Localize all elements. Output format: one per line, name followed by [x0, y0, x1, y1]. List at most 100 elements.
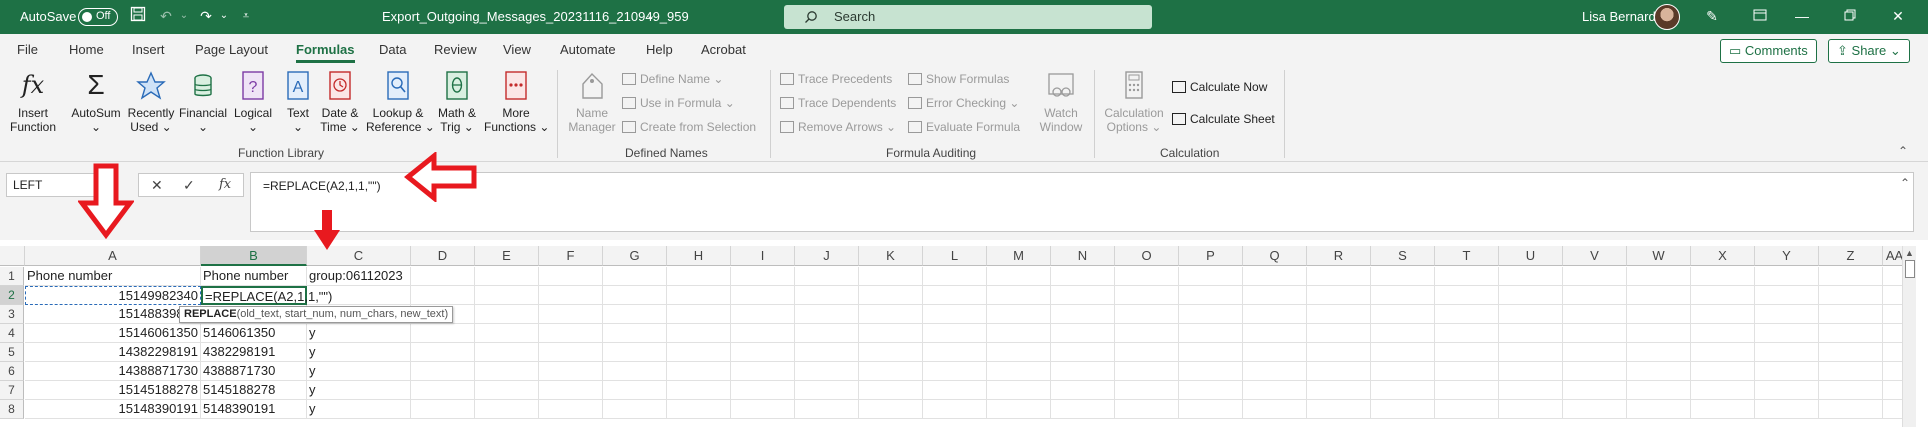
tab-insert[interactable]: Insert	[132, 42, 165, 57]
tab-acrobat[interactable]: Acrobat	[701, 42, 746, 57]
grid-cell[interactable]	[667, 362, 731, 381]
grid-cell[interactable]	[987, 305, 1051, 324]
financial-button[interactable]: Financial ⌄	[178, 70, 228, 134]
grid-cell[interactable]	[1051, 305, 1115, 324]
column-header-d[interactable]: D	[411, 246, 475, 266]
grid-cell[interactable]	[1115, 400, 1179, 419]
grid-cell[interactable]	[1499, 267, 1563, 286]
enter-icon[interactable]: ✓	[183, 177, 195, 194]
grid-cell[interactable]	[1563, 267, 1627, 286]
cell-b2[interactable]: =REPLACE(A2,1,1,"")	[201, 286, 332, 305]
grid-cell[interactable]	[1371, 324, 1435, 343]
column-header-a[interactable]: A	[25, 246, 201, 266]
grid-cell[interactable]	[795, 324, 859, 343]
grid-cell[interactable]	[1691, 362, 1755, 381]
cell-c5[interactable]: y	[307, 343, 411, 362]
grid-cell[interactable]	[1755, 400, 1819, 419]
grid-cell[interactable]	[1371, 381, 1435, 400]
comments-button[interactable]: ▭ Comments	[1720, 39, 1817, 63]
grid-cell[interactable]	[1307, 343, 1371, 362]
grid-cell[interactable]	[923, 324, 987, 343]
column-header-j[interactable]: J	[795, 246, 859, 266]
grid-cell[interactable]	[603, 305, 667, 324]
grid-cell[interactable]	[411, 343, 475, 362]
grid-cell[interactable]	[1179, 267, 1243, 286]
grid-cell[interactable]	[1819, 324, 1883, 343]
grid-cell[interactable]	[859, 286, 923, 305]
column-header-h[interactable]: H	[667, 246, 731, 266]
grid-cell[interactable]	[1051, 324, 1115, 343]
grid-cell[interactable]	[539, 267, 603, 286]
column-header-u[interactable]: U	[1499, 246, 1563, 266]
grid-cell[interactable]	[1243, 400, 1307, 419]
text-button[interactable]: A Text ⌄	[280, 70, 316, 134]
grid-cell[interactable]	[1179, 381, 1243, 400]
grid-cell[interactable]	[1627, 324, 1691, 343]
grid-cell[interactable]	[1051, 381, 1115, 400]
save-icon[interactable]	[128, 6, 148, 26]
grid-cell[interactable]	[1755, 362, 1819, 381]
grid-cell[interactable]	[1179, 286, 1243, 305]
row-header[interactable]: 5	[0, 343, 24, 362]
tab-formulas[interactable]: Formulas	[296, 42, 355, 63]
grid-cell[interactable]	[1627, 362, 1691, 381]
avatar[interactable]	[1654, 4, 1680, 30]
grid-cell[interactable]	[1435, 362, 1499, 381]
column-header-x[interactable]: X	[1691, 246, 1755, 266]
share-button[interactable]: ⇪ Share ⌄	[1828, 39, 1910, 63]
grid-cell[interactable]	[795, 305, 859, 324]
grid-cell[interactable]	[1499, 343, 1563, 362]
grid-cell[interactable]	[1691, 286, 1755, 305]
grid-cell[interactable]	[411, 286, 475, 305]
grid-cell[interactable]	[1179, 324, 1243, 343]
grid-cell[interactable]	[603, 324, 667, 343]
row-header[interactable]: 2	[0, 286, 24, 305]
grid-cell[interactable]	[475, 286, 539, 305]
cell-a6[interactable]: 14388871730	[25, 362, 201, 381]
grid-cell[interactable]	[1115, 267, 1179, 286]
grid-cell[interactable]	[1691, 381, 1755, 400]
grid-cell[interactable]	[987, 286, 1051, 305]
fx-icon[interactable]: fx	[219, 177, 231, 192]
grid-cell[interactable]	[411, 362, 475, 381]
grid-cell[interactable]	[539, 305, 603, 324]
grid-cell[interactable]	[1499, 400, 1563, 419]
grid-cell[interactable]	[987, 267, 1051, 286]
select-all-corner[interactable]	[0, 246, 25, 266]
grid-cell[interactable]	[1435, 400, 1499, 419]
grid-cell[interactable]	[1627, 400, 1691, 419]
insert-function-button[interactable]: fx Insert Function	[8, 70, 58, 134]
grid-cell[interactable]	[1627, 267, 1691, 286]
grid-cell[interactable]	[1307, 400, 1371, 419]
scroll-up-icon[interactable]: ▲	[1905, 248, 1914, 258]
column-header-n[interactable]: N	[1051, 246, 1115, 266]
grid-cell[interactable]	[1243, 305, 1307, 324]
grid-cell[interactable]	[539, 381, 603, 400]
cell-c7[interactable]: y	[307, 381, 411, 400]
calculate-sheet-button[interactable]: Calculate Sheet	[1172, 112, 1275, 126]
grid-cell[interactable]	[1499, 286, 1563, 305]
grid-cell[interactable]	[603, 381, 667, 400]
column-header-e[interactable]: E	[475, 246, 539, 266]
search-box[interactable]: Search	[784, 5, 1152, 29]
grid-cell[interactable]	[411, 267, 475, 286]
grid-cell[interactable]	[667, 343, 731, 362]
grid-cell[interactable]	[1563, 400, 1627, 419]
grid-cell[interactable]	[1051, 362, 1115, 381]
grid-cell[interactable]	[923, 381, 987, 400]
grid-cell[interactable]	[603, 362, 667, 381]
grid-cell[interactable]	[411, 324, 475, 343]
grid-cell[interactable]	[731, 267, 795, 286]
redo-dropdown-icon[interactable]: ⌄	[214, 6, 234, 26]
math-trig-button[interactable]: Math & Trig ⌄	[432, 70, 482, 134]
grid-cell[interactable]	[667, 267, 731, 286]
trace-precedents-button[interactable]: Trace Precedents	[780, 72, 892, 86]
grid-cell[interactable]	[1691, 343, 1755, 362]
column-header-l[interactable]: L	[923, 246, 987, 266]
grid-cell[interactable]	[731, 324, 795, 343]
grid-cell[interactable]	[1051, 400, 1115, 419]
grid-cell[interactable]	[1563, 324, 1627, 343]
grid-cell[interactable]	[1499, 305, 1563, 324]
cell-c8[interactable]: y	[307, 400, 411, 419]
grid-cell[interactable]	[411, 400, 475, 419]
